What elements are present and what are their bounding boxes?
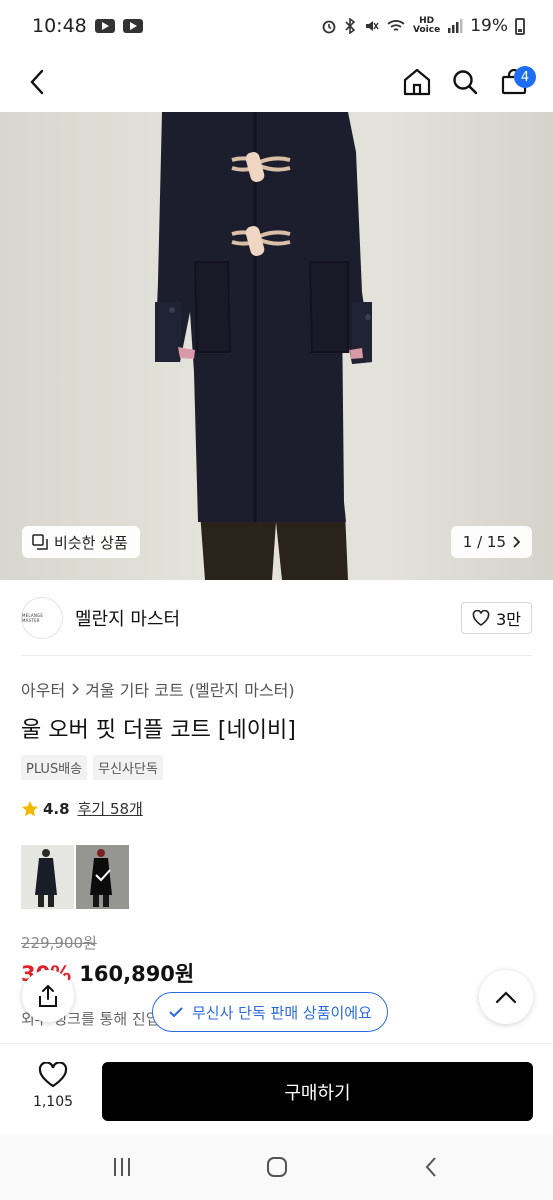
image-counter-button[interactable]: 1 / 15 xyxy=(450,526,532,558)
chevron-right-icon xyxy=(513,536,520,548)
similar-items-icon xyxy=(32,534,48,550)
toast-label: 무신사 단독 판매 상품이에요 xyxy=(192,1003,372,1022)
star-icon xyxy=(22,800,38,816)
top-nav: 4 xyxy=(0,52,553,112)
color-option-thumb-selected[interactable] xyxy=(76,845,129,909)
brand-like-count: 3만 xyxy=(496,610,521,629)
breadcrumb-item[interactable]: 아우터 xyxy=(21,677,65,701)
sale-price: 160,890원 xyxy=(79,962,195,986)
image-counter: 1 / 15 xyxy=(462,533,506,551)
tag-exclusive: 무신사단독 xyxy=(93,755,163,780)
search-icon xyxy=(453,70,478,95)
search-button[interactable] xyxy=(445,62,485,102)
battery-percent: 19% xyxy=(470,16,508,36)
rating-row[interactable]: 4.8 후기 58개 xyxy=(21,798,143,819)
status-bar: 10:48 HD Voice 19% xyxy=(0,0,553,52)
reviews-link[interactable]: 후기 58개 xyxy=(78,798,143,819)
buy-button[interactable]: 구매하기 xyxy=(102,1062,533,1121)
scroll-top-button[interactable] xyxy=(479,970,533,1024)
brand-logo[interactable]: MELANGE MASTER xyxy=(21,597,63,639)
breadcrumb: 아우터 겨울 기타 코트 (멜란지 마스터) xyxy=(21,677,295,701)
similar-products-label: 비슷한 상품 xyxy=(54,533,128,552)
chevron-right-icon xyxy=(72,683,80,695)
back-arrow-icon xyxy=(30,69,44,95)
thumb-image xyxy=(35,849,57,907)
cart-count-badge: 4 xyxy=(514,66,536,88)
check-icon xyxy=(169,1007,183,1018)
battery-icon xyxy=(515,17,525,35)
back-nav-icon[interactable] xyxy=(420,1155,444,1179)
product-photo xyxy=(155,112,372,580)
youtube-icon xyxy=(94,19,115,33)
similar-products-button[interactable]: 비슷한 상품 xyxy=(22,526,140,558)
youtube-icon xyxy=(122,19,143,33)
back-button[interactable] xyxy=(18,62,58,102)
tag-plus-delivery: PLUS배송 xyxy=(21,755,88,780)
product-like-count: 1,105 xyxy=(32,1094,74,1110)
color-option-thumb[interactable] xyxy=(21,845,74,909)
exclusive-toast[interactable]: 무신사 단독 판매 상품이에요 xyxy=(152,992,388,1032)
product-image-carousel[interactable] xyxy=(0,112,553,580)
rating-score: 4.8 xyxy=(43,799,70,818)
mute-icon xyxy=(366,21,379,31)
alarm-icon xyxy=(322,20,336,34)
home-icon xyxy=(403,68,431,96)
bluetooth-icon xyxy=(345,18,356,34)
wifi-icon xyxy=(387,20,405,31)
hd-voice-icon: HD Voice xyxy=(413,16,441,35)
home-nav-icon[interactable] xyxy=(265,1155,289,1179)
check-icon xyxy=(95,869,111,882)
status-time: 10:48 xyxy=(32,15,87,37)
brand-name[interactable]: 멜란지 마스터 xyxy=(75,605,180,631)
color-options xyxy=(21,845,129,909)
recent-apps-icon[interactable] xyxy=(110,1155,134,1179)
product-tags: PLUS배송 무신사단독 xyxy=(21,755,163,780)
purchase-bar: 1,105 구매하기 xyxy=(0,1043,553,1135)
cart-button[interactable]: 4 xyxy=(494,62,536,102)
share-icon xyxy=(39,984,57,1007)
heart-icon xyxy=(472,610,490,626)
brand-row[interactable]: MELANGE MASTER 멜란지 마스터 3만 xyxy=(21,596,532,640)
original-price: 229,900원 xyxy=(21,934,97,952)
home-button[interactable] xyxy=(397,62,437,102)
signal-icon xyxy=(448,19,463,33)
system-nav-bar xyxy=(0,1135,553,1200)
chevron-up-icon xyxy=(495,991,517,1004)
share-button[interactable] xyxy=(22,970,74,1022)
breadcrumb-item[interactable]: 겨울 기타 코트 (멜란지 마스터) xyxy=(85,677,294,701)
divider xyxy=(21,655,532,656)
heart-icon xyxy=(38,1061,68,1088)
product-title: 울 오버 핏 더플 코트 [네이비] xyxy=(21,718,296,743)
product-like-button[interactable]: 1,105 xyxy=(22,1061,84,1110)
brand-like-button[interactable]: 3만 xyxy=(461,602,532,634)
